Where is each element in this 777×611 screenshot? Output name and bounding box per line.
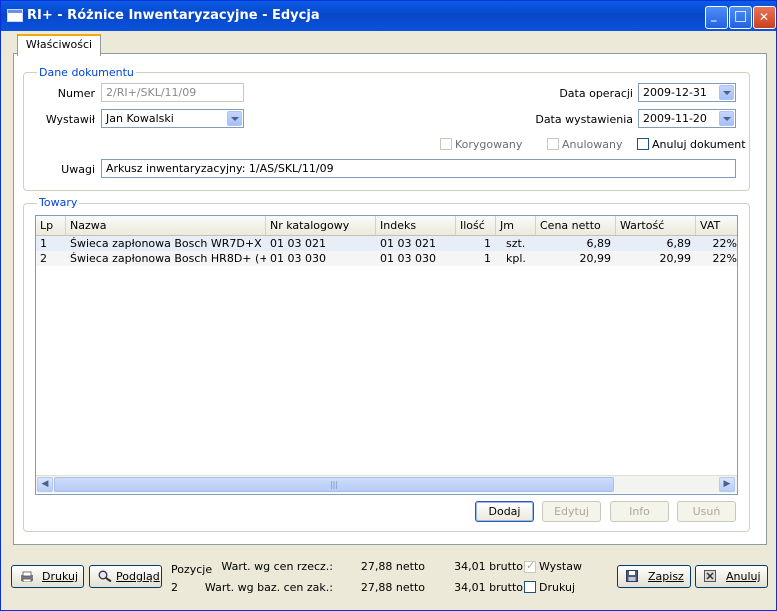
info-button[interactable]: Info — [610, 501, 669, 522]
drukuj-checkbox-label: Drukuj — [539, 581, 576, 594]
wart-baz-netto: 27,88 netto — [360, 581, 425, 594]
data-operacji-value: 2009-12-31 — [643, 86, 707, 99]
podglad-button[interactable]: Podgląd — [89, 565, 162, 588]
data-wystawienia-value: 2009-11-20 — [643, 112, 707, 125]
wystawil-value: Jan Kowalski — [106, 112, 174, 125]
goods-table[interactable]: Lp Nazwa Nr katalogowy Indeks Ilość Jm C… — [35, 215, 738, 495]
cell-indeks: 01 03 030 — [380, 252, 436, 265]
cell-vat: 22% — [712, 237, 737, 250]
close-button[interactable]: ✕ — [753, 6, 776, 29]
cell-cena-netto: 6,89 — [586, 237, 612, 250]
cell-vat: 22% — [712, 252, 737, 265]
wystaw-checkbox[interactable]: ✓ — [524, 559, 536, 573]
column-header[interactable]: Lp — [36, 216, 66, 235]
cell-ilosc: 1 — [484, 237, 491, 250]
scroll-left-icon[interactable]: ◀ — [37, 477, 53, 492]
table-header: Lp Nazwa Nr katalogowy Indeks Ilość Jm C… — [36, 216, 737, 236]
table-row[interactable]: 1 Świeca zapłonowa Bosch WR7D+X (... 01 … — [36, 236, 737, 251]
chevron-down-icon[interactable] — [719, 85, 734, 100]
column-header[interactable]: Wartość — [616, 216, 696, 235]
zapisz-button-label: Zapisz — [648, 570, 684, 583]
horizontal-scrollbar[interactable]: ◀ ||| ▶ — [36, 475, 737, 493]
data-operacji-label: Data operacji — [559, 87, 633, 100]
column-header[interactable]: Ilość — [456, 216, 496, 235]
maximize-button[interactable]: □ — [729, 6, 752, 29]
scroll-thumb[interactable]: ||| — [54, 477, 614, 492]
wart-baz-brutto: 34,01 brutto — [454, 581, 523, 594]
cell-jm: kpl. — [506, 252, 526, 265]
column-header[interactable]: VAT — [696, 216, 737, 235]
table-row[interactable]: 2 Świeca zapłonowa Bosch HR8D+ (+14) 01 … — [36, 251, 737, 266]
wart-rzecz-label: Wart. wg cen rzecz.: — [221, 560, 333, 573]
korygowany-checkbox[interactable] — [440, 138, 452, 150]
wystawil-label: Wystawił — [45, 113, 95, 126]
korygowany-label: Korygowany — [455, 138, 523, 151]
cell-indeks: 01 03 021 — [380, 237, 436, 250]
anuluj-dokument-checkbox[interactable] — [637, 138, 649, 150]
drukuj-checkbox[interactable] — [524, 581, 536, 593]
column-header[interactable]: Nr katalogowy — [266, 216, 376, 235]
title-bar: RI+ - Różnice Inwentaryzacyjne - Edycja … — [1, 1, 776, 31]
column-header[interactable]: Jm — [496, 216, 536, 235]
cell-jm: szt. — [506, 237, 526, 250]
numer-field[interactable]: 2/RI+/SKL/11/09 — [101, 83, 244, 102]
scroll-right-icon[interactable]: ▶ — [719, 477, 735, 492]
usun-button[interactable]: Usuń — [677, 501, 736, 522]
tab-wlasciwosci[interactable]: Właściwości — [17, 34, 101, 56]
cell-nazwa: Świeca zapłonowa Bosch HR8D+ (+14) — [70, 252, 266, 265]
cell-nazwa: Świeca zapłonowa Bosch WR7D+X (... — [70, 237, 266, 250]
cell-lp: 2 — [40, 252, 47, 265]
wart-rzecz-brutto: 34,01 brutto — [454, 560, 523, 573]
cell-nr-katalogowy: 01 03 021 — [270, 237, 326, 250]
goods-group-label: Towary — [37, 196, 80, 209]
drukuj-button[interactable]: Drukuj — [11, 565, 84, 588]
cell-nr-katalogowy: 01 03 030 — [270, 252, 326, 265]
anuluj-button[interactable]: Anuluj — [695, 565, 768, 588]
maximize-icon: □ — [734, 8, 748, 24]
app-icon — [7, 9, 23, 22]
cancel-icon — [704, 570, 716, 582]
column-header[interactable]: Nazwa — [66, 216, 266, 235]
window-title: RI+ - Różnice Inwentaryzacyjne - Edycja — [27, 8, 320, 23]
uwagi-label: Uwagi — [61, 163, 95, 176]
cell-wartosc: 6,89 — [666, 237, 692, 250]
column-header[interactable]: Indeks — [376, 216, 456, 235]
checkmark-icon: ✓ — [526, 559, 536, 572]
data-wystawienia-label: Data wystawienia — [535, 113, 633, 126]
cell-lp: 1 — [40, 237, 47, 250]
zapisz-button[interactable]: Zapisz — [617, 565, 691, 588]
data-wystawienia-combo[interactable]: 2009-11-20 — [638, 109, 736, 128]
cell-wartosc: 20,99 — [659, 252, 692, 265]
edytuj-button[interactable]: Edytuj — [542, 501, 601, 522]
anulowany-checkbox[interactable] — [547, 138, 559, 150]
printer-icon — [21, 571, 33, 582]
minimize-button[interactable]: _ — [705, 6, 728, 29]
data-operacji-combo[interactable]: 2009-12-31 — [638, 83, 736, 102]
cell-ilosc: 1 — [484, 252, 491, 265]
anuluj-button-label: Anuluj — [726, 570, 761, 583]
window: RI+ - Różnice Inwentaryzacyjne - Edycja … — [0, 0, 777, 611]
uwagi-field[interactable]: Arkusz inwentaryzacyjny: 1/AS/SKL/11/09 — [101, 159, 736, 178]
chevron-down-icon[interactable] — [719, 111, 734, 126]
pozycje-value: 2 — [171, 581, 178, 594]
wystawil-combo[interactable]: Jan Kowalski — [101, 109, 244, 128]
magnifier-icon — [98, 570, 112, 582]
column-header[interactable]: Cena netto — [536, 216, 616, 235]
chevron-down-icon[interactable] — [227, 111, 242, 126]
podglad-button-label: Podgląd — [116, 570, 160, 583]
close-icon: ✕ — [759, 10, 770, 24]
wart-baz-label: Wart. wg baz. cen zak.: — [204, 581, 333, 594]
wystaw-label: Wystaw — [539, 560, 582, 573]
wart-rzecz-netto: 27,88 netto — [360, 560, 425, 573]
minimize-icon: _ — [711, 9, 717, 22]
drukuj-button-label: Drukuj — [42, 570, 79, 583]
numer-label: Numer — [57, 87, 95, 100]
anulowany-label: Anulowany — [562, 138, 623, 151]
floppy-disk-icon — [626, 570, 638, 582]
cell-cena-netto: 20,99 — [579, 252, 612, 265]
anuluj-dokument-label: Anuluj dokument — [652, 138, 746, 151]
dodaj-button[interactable]: Dodaj — [475, 501, 534, 522]
document-group-label: Dane dokumentu — [37, 66, 136, 79]
